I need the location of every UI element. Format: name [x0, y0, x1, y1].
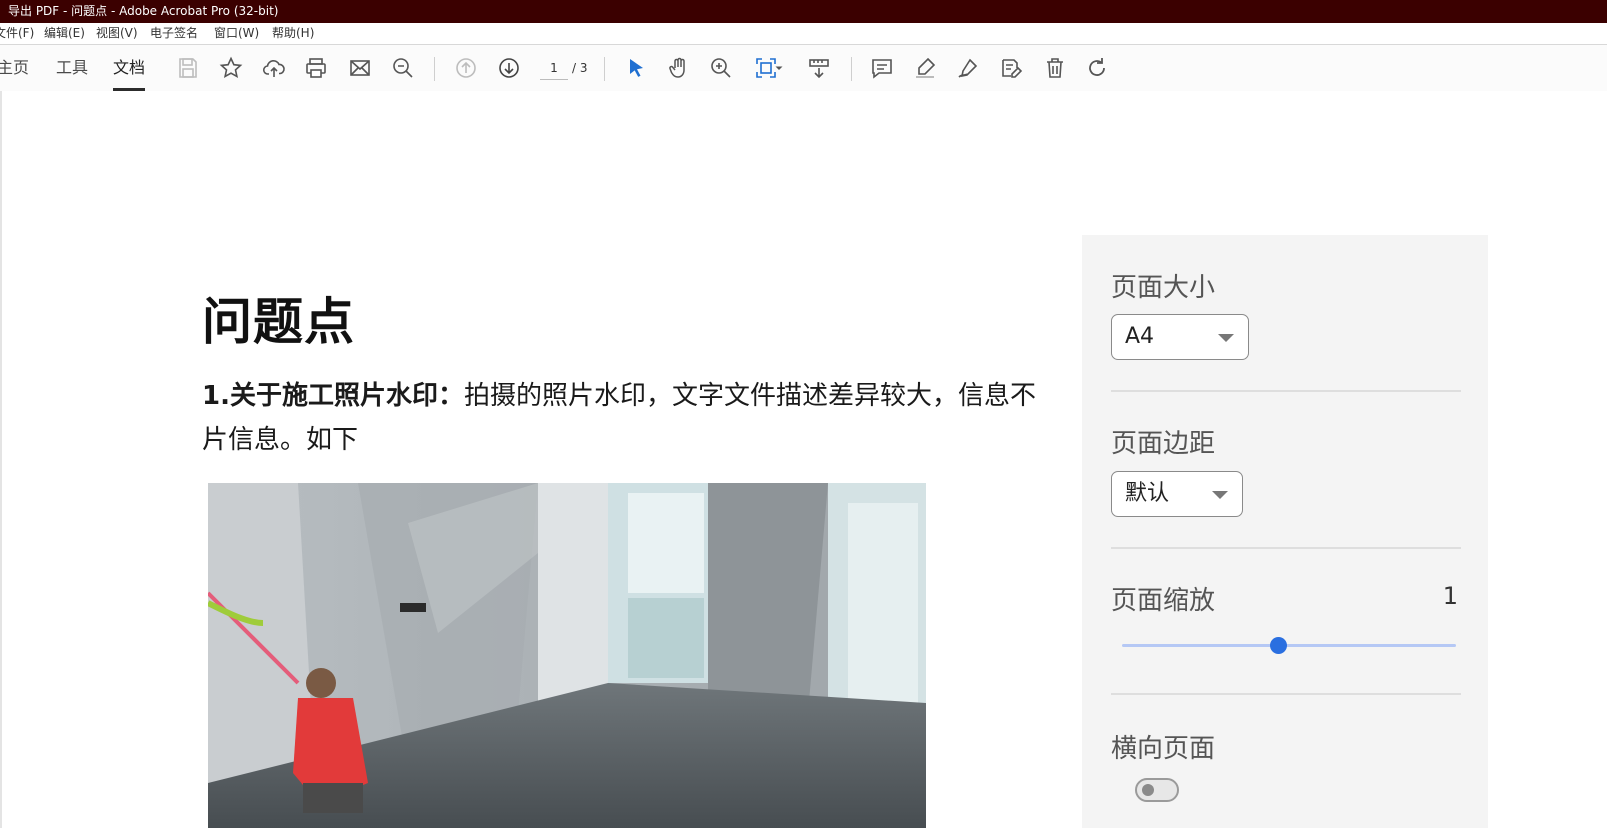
document-paragraph: 1.关于施工照片水印：拍摄的照片水印，文字文件描述差异较大，信息不 片信息。如下 [202, 374, 1082, 466]
pen-draw-icon [958, 58, 978, 78]
zoom-slider-thumb[interactable] [1270, 637, 1288, 654]
bookmark-button[interactable] [217, 54, 245, 82]
panel-divider [1111, 390, 1461, 392]
hand-icon [669, 57, 685, 78]
print-button[interactable] [302, 54, 330, 82]
margins-label: 页面边距 [1111, 429, 1216, 459]
title-bar: 导出 PDF - 问题点 - Adobe Acrobat Pro (32-bit… [0, 0, 1607, 23]
measure-tool-button[interactable] [805, 54, 833, 82]
cursor-arrow-icon [630, 59, 643, 77]
prev-page-button[interactable] [452, 54, 480, 82]
page-size-label: 页面大小 [1111, 273, 1216, 303]
menu-edit[interactable]: 编辑(E) [44, 23, 85, 44]
email-button[interactable] [346, 54, 374, 82]
edit-text-button[interactable] [997, 54, 1025, 82]
zoom-value: 1 [1442, 582, 1458, 610]
edit-text-icon [1002, 59, 1023, 78]
draw-button[interactable] [954, 54, 982, 82]
export-options-panel: 页面大小 A4 页面边距 默认 页面缩放 1 横向页面 [1082, 235, 1488, 828]
next-page-button[interactable] [495, 54, 523, 82]
trash-icon [1047, 58, 1063, 78]
comment-icon [872, 59, 892, 79]
zoom-in-icon [711, 58, 731, 78]
document-heading: 问题点 [202, 293, 355, 351]
page-size-value: A4 [1125, 324, 1155, 349]
ruler-download-icon [809, 59, 829, 79]
chevron-down-icon [1212, 491, 1228, 499]
rotate-icon [1089, 58, 1105, 76]
menu-view[interactable]: 视图(V) [96, 23, 138, 44]
chevron-down-icon [775, 66, 783, 70]
paragraph-text: 拍摄的照片水印，文字文件描述差异较大，信息不 [463, 381, 1036, 411]
rotate-button[interactable] [1083, 54, 1111, 82]
delete-button[interactable] [1041, 54, 1069, 82]
toggle-knob [1142, 784, 1154, 796]
search-button[interactable] [389, 54, 417, 82]
printer-icon [306, 58, 326, 78]
highlight-button[interactable] [911, 54, 939, 82]
page-size-select[interactable]: A4 [1111, 314, 1249, 360]
upload-button[interactable] [260, 54, 288, 82]
panel-divider [1111, 547, 1461, 549]
menu-help[interactable]: 帮助(H) [272, 23, 314, 44]
mail-icon [350, 60, 370, 76]
margins-value: 默认 [1125, 481, 1170, 506]
paragraph-bold-lead: 1.关于施工照片水印： [202, 381, 464, 411]
landscape-toggle[interactable] [1135, 778, 1179, 802]
menu-window[interactable]: 窗口(W) [214, 23, 259, 44]
page-edge [0, 91, 2, 828]
chevron-down-icon [1218, 334, 1234, 342]
menu-esign[interactable]: 电子签名 [150, 23, 198, 44]
page-total: / 3 [572, 61, 588, 75]
toolbar-divider [434, 57, 435, 81]
tab-home[interactable]: 主页 [0, 45, 29, 91]
construction-photo [208, 483, 926, 828]
comment-button[interactable] [868, 54, 896, 82]
save-button[interactable] [174, 54, 202, 82]
toolbar: 主页 工具 文档 1 / 3 [0, 45, 1607, 92]
margins-select[interactable]: 默认 [1111, 471, 1243, 517]
menu-file[interactable]: 文件(F) [0, 23, 34, 44]
landscape-label: 横向页面 [1111, 734, 1216, 764]
tab-tools[interactable]: 工具 [56, 45, 88, 91]
search-icon [393, 58, 413, 78]
fit-page-dropdown[interactable] [772, 54, 786, 82]
toolbar-divider [851, 57, 852, 81]
zoom-label: 页面缩放 [1111, 586, 1216, 616]
photo-illustration [208, 483, 926, 828]
arrow-up-circle-icon [456, 58, 476, 78]
arrow-down-circle-icon [499, 58, 519, 78]
zoom-slider-track[interactable] [1122, 644, 1456, 647]
hand-tool-button[interactable] [665, 54, 693, 82]
panel-divider [1111, 693, 1461, 695]
highlighter-icon [916, 57, 936, 78]
menu-bar: 文件(F) 编辑(E) 视图(V) 电子签名 窗口(W) 帮助(H) [0, 23, 1607, 45]
window-title: 导出 PDF - 问题点 - Adobe Acrobat Pro (32-bit… [8, 4, 279, 18]
toolbar-divider [604, 57, 605, 81]
save-icon [179, 58, 197, 78]
page-number-input[interactable]: 1 [540, 57, 568, 80]
select-tool-button[interactable] [622, 54, 650, 82]
zoom-in-button[interactable] [707, 54, 735, 82]
paragraph-text-line2: 片信息。如下 [202, 425, 359, 455]
tab-document[interactable]: 文档 [113, 45, 146, 91]
star-icon [219, 56, 243, 79]
cloud-upload-icon [262, 60, 285, 77]
